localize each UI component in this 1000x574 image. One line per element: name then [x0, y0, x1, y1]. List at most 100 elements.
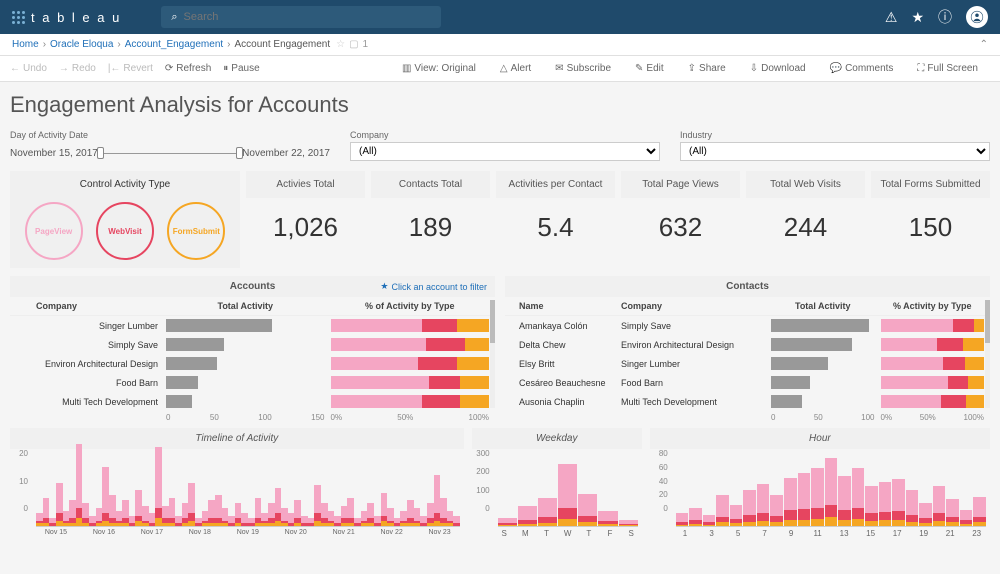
breadcrumb-link[interactable]: Account_Engagement	[125, 39, 223, 50]
bar[interactable]	[892, 479, 905, 526]
bar[interactable]	[879, 482, 892, 526]
alert-button[interactable]: △Alert	[500, 63, 531, 74]
bar[interactable]	[43, 498, 50, 526]
bar[interactable]	[453, 516, 460, 526]
bar[interactable]	[261, 513, 268, 526]
table-row[interactable]: Environ Architectural Design	[10, 354, 495, 373]
bar[interactable]	[919, 503, 932, 526]
bar[interactable]	[36, 513, 43, 526]
bar[interactable]	[69, 500, 76, 526]
bar[interactable]	[155, 447, 162, 526]
bar[interactable]	[757, 484, 770, 526]
bar[interactable]	[334, 516, 341, 526]
bar[interactable]	[354, 518, 361, 526]
bar[interactable]	[414, 508, 421, 526]
favorite-icon[interactable]: ★	[911, 9, 924, 26]
bar[interactable]	[208, 500, 215, 526]
fullscreen-button[interactable]: ⛶Full Screen	[917, 63, 978, 74]
bar[interactable]	[129, 516, 136, 526]
bar[interactable]	[784, 478, 797, 526]
bar[interactable]	[498, 518, 517, 526]
bar[interactable]	[407, 500, 414, 526]
bar[interactable]	[347, 498, 354, 526]
bar[interactable]	[716, 495, 729, 526]
bar[interactable]	[770, 495, 783, 526]
bar[interactable]	[288, 513, 295, 526]
bar[interactable]	[202, 511, 209, 526]
bar[interactable]	[865, 486, 878, 526]
bar[interactable]	[434, 475, 441, 526]
bar[interactable]	[308, 518, 315, 526]
bar[interactable]	[248, 518, 255, 526]
bar[interactable]	[235, 503, 242, 526]
bar[interactable]	[676, 513, 689, 526]
bar[interactable]	[598, 511, 617, 526]
bar[interactable]	[703, 515, 716, 526]
bar[interactable]	[558, 464, 577, 526]
bar[interactable]	[275, 488, 282, 526]
table-row[interactable]: Delta ChewEnviron Architectural Design	[505, 335, 990, 354]
collapse-icon[interactable]: ⌃	[980, 39, 988, 50]
comments-button[interactable]: 💬Comments	[830, 63, 894, 74]
bar[interactable]	[169, 498, 176, 526]
table-row[interactable]: Singer Lumber	[10, 316, 495, 335]
bar[interactable]	[538, 498, 557, 526]
revert-button[interactable]: |←Revert	[108, 63, 153, 74]
bar[interactable]	[142, 506, 149, 526]
star-outline-icon[interactable]: ☆	[336, 39, 345, 50]
redo-button[interactable]: →Redo	[59, 63, 96, 74]
bar[interactable]	[255, 498, 262, 526]
bar[interactable]	[89, 516, 96, 526]
pageview-toggle[interactable]: PageView	[25, 202, 83, 260]
slider-handle-end[interactable]	[236, 147, 243, 159]
bar[interactable]	[447, 511, 454, 526]
table-row[interactable]: Simply Save	[10, 335, 495, 354]
bar[interactable]	[933, 486, 946, 526]
bar[interactable]	[122, 500, 129, 526]
bar[interactable]	[387, 508, 394, 526]
bar[interactable]	[135, 490, 142, 526]
date-slider[interactable]: November 15, 2017 November 22, 2017	[10, 148, 330, 159]
subscribe-button[interactable]: ✉Subscribe	[555, 63, 611, 74]
table-row[interactable]: Multi Tech Development	[10, 392, 495, 411]
bar[interactable]	[215, 495, 222, 526]
bar[interactable]	[798, 473, 811, 526]
breadcrumb-link[interactable]: Home	[12, 39, 39, 50]
bar[interactable]	[222, 508, 229, 526]
bar[interactable]	[825, 458, 838, 526]
bar[interactable]	[440, 498, 447, 526]
refresh-button[interactable]: ⟳Refresh	[165, 63, 211, 74]
bar[interactable]	[82, 503, 89, 526]
bar[interactable]	[374, 516, 381, 526]
table-row[interactable]: Food Barn	[10, 373, 495, 392]
tableau-logo[interactable]: t a b l e a u	[12, 10, 121, 25]
table-row[interactable]: Cesáreo BeauchesneFood Barn	[505, 373, 990, 392]
download-button[interactable]: ⇩Download	[750, 63, 806, 74]
bar[interactable]	[321, 503, 328, 526]
bar[interactable]	[578, 494, 597, 526]
company-select[interactable]: (All)	[350, 142, 660, 161]
industry-select[interactable]: (All)	[680, 142, 990, 161]
bar[interactable]	[946, 499, 959, 526]
bar[interactable]	[301, 516, 308, 526]
bar[interactable]	[960, 510, 973, 526]
alert-icon[interactable]: ⚠	[885, 9, 898, 26]
bar[interactable]	[294, 500, 301, 526]
view-button[interactable]: ▥View: Original	[402, 63, 476, 74]
search-input[interactable]	[184, 11, 432, 23]
info-icon[interactable]: ⓘ	[938, 7, 952, 27]
bar[interactable]	[116, 511, 123, 526]
bar[interactable]	[427, 503, 434, 526]
bar[interactable]	[381, 493, 388, 526]
bar[interactable]	[361, 511, 368, 526]
bar[interactable]	[328, 511, 335, 526]
bar[interactable]	[96, 508, 103, 526]
bar[interactable]	[400, 511, 407, 526]
user-avatar[interactable]	[966, 6, 988, 28]
edit-button[interactable]: ✎Edit	[635, 63, 664, 74]
bar[interactable]	[420, 516, 427, 526]
bar[interactable]	[852, 468, 865, 526]
share-button[interactable]: ⇪Share	[688, 63, 726, 74]
bar[interactable]	[689, 508, 702, 526]
bar[interactable]	[906, 490, 919, 526]
